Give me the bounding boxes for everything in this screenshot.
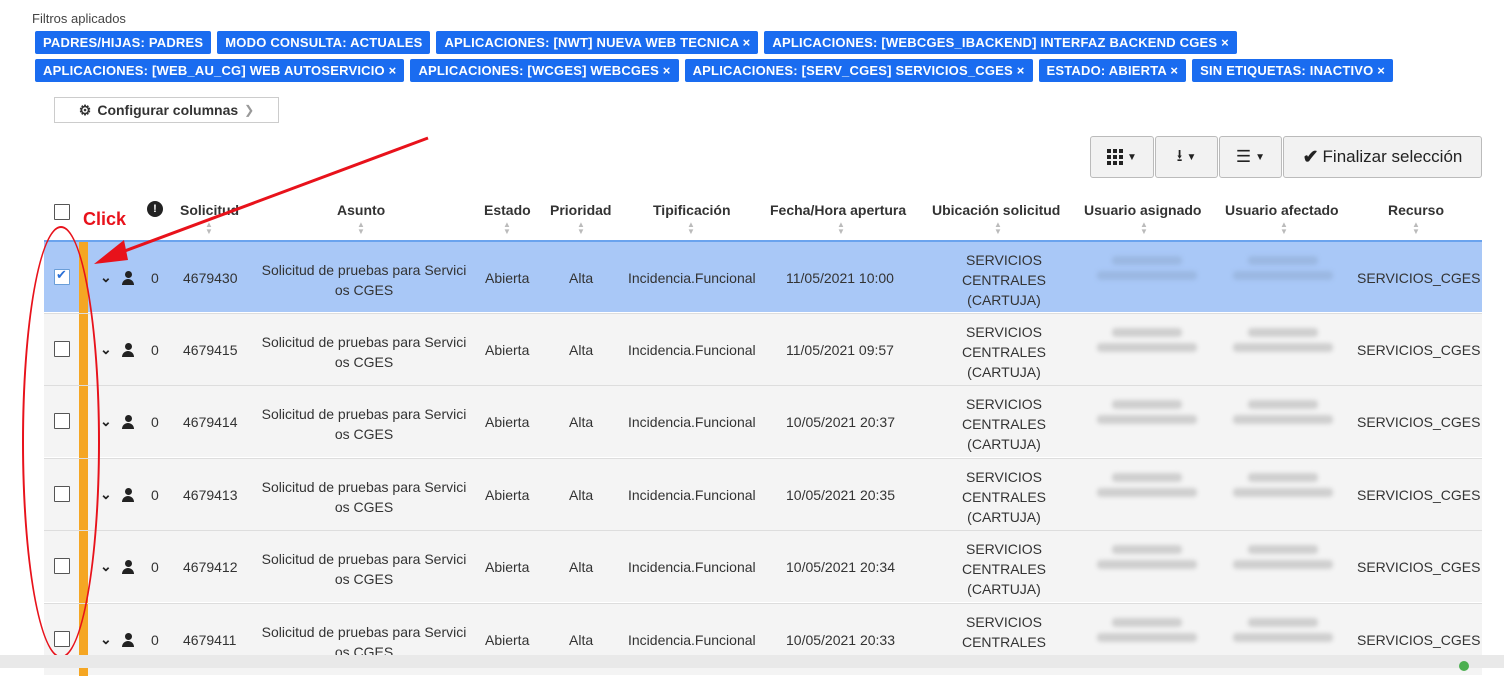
annotation-arrow (94, 136, 429, 264)
status-dot (1459, 661, 1469, 671)
bottom-bar (0, 655, 1504, 668)
